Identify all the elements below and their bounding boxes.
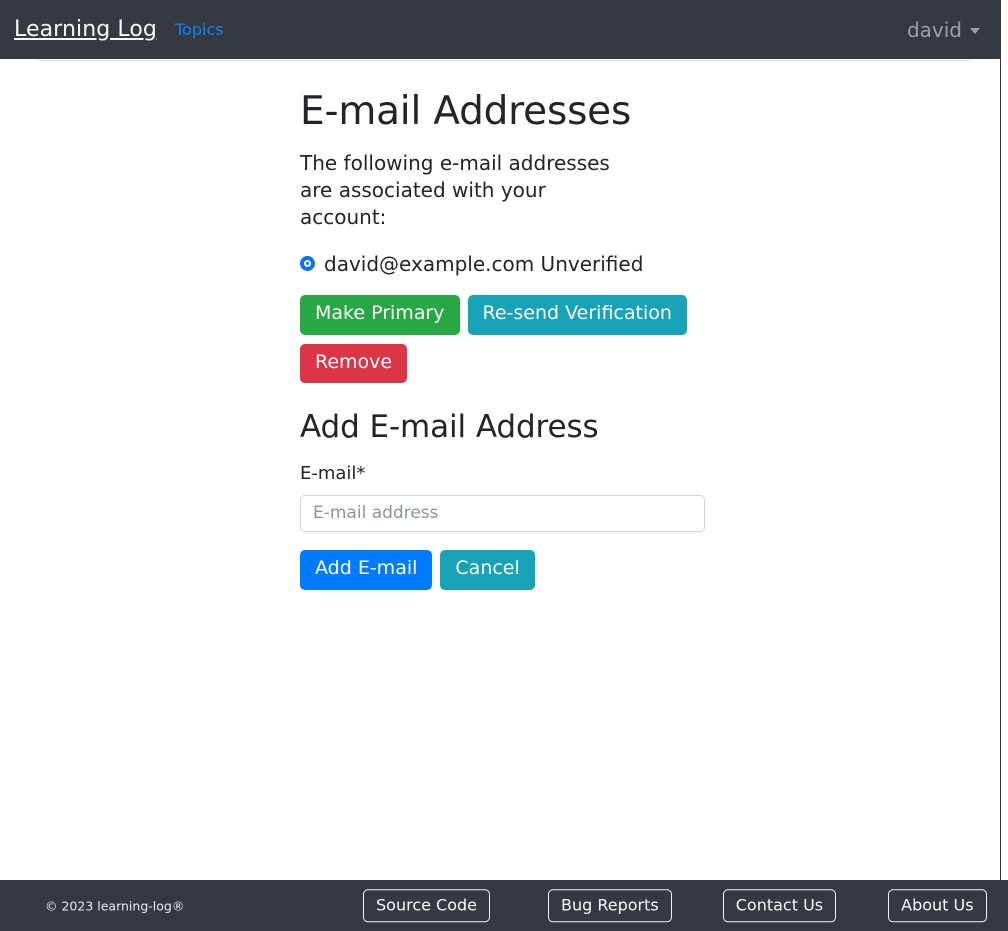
user-dropdown-toggle[interactable]: david bbox=[907, 18, 992, 42]
user-dropdown-label: david bbox=[906, 17, 962, 42]
resend-verification-button[interactable]: Re-send Verification bbox=[467, 294, 687, 335]
email-actions-row-remove: Remove bbox=[300, 343, 1000, 384]
make-primary-button[interactable]: Make Primary bbox=[300, 294, 460, 335]
email-address-label: david@example.com Unverified bbox=[324, 251, 644, 276]
navbar: Learning Log Topics david bbox=[0, 0, 1008, 59]
footer-copyright: © 2023 learning-log® bbox=[45, 898, 185, 913]
page-root: Learning Log Topics david E-mail Address… bbox=[0, 0, 1008, 931]
add-email-title: Add E-mail Address bbox=[300, 409, 599, 446]
radio-checked-icon[interactable] bbox=[300, 256, 315, 272]
footer: © 2023 learning-log® Source Code Bug Rep… bbox=[0, 880, 1008, 931]
email-field-label: E-mail* bbox=[300, 462, 366, 484]
footer-button-bug-reports[interactable]: Bug Reports bbox=[548, 888, 672, 923]
remove-button[interactable]: Remove bbox=[300, 343, 408, 384]
navbar-brand[interactable]: Learning Log bbox=[14, 18, 157, 41]
cancel-button[interactable]: Cancel bbox=[440, 549, 535, 590]
main-content: E-mail Addresses The following e-mail ad… bbox=[0, 59, 1000, 590]
page-title: E-mail Addresses bbox=[300, 89, 632, 134]
add-email-button[interactable]: Add E-mail bbox=[300, 549, 433, 590]
email-input[interactable] bbox=[300, 494, 705, 532]
email-actions-row-primary: Make Primary Re-send Verification bbox=[300, 294, 1000, 335]
nav-link-topics[interactable]: Topics bbox=[175, 20, 224, 39]
footer-button-about-us[interactable]: About Us bbox=[888, 888, 987, 923]
chevron-down-icon bbox=[970, 28, 980, 34]
email-address-row[interactable]: david@example.com Unverified bbox=[300, 252, 1000, 276]
footer-button-group: Source Code Bug Reports Contact Us About… bbox=[363, 888, 987, 923]
viewport-right-gap bbox=[1001, 0, 1008, 931]
add-email-actions-row: Add E-mail Cancel bbox=[300, 549, 1000, 590]
page-intro-text: The following e-mail addresses are assoc… bbox=[300, 150, 610, 229]
navbar-links: Topics bbox=[175, 20, 224, 39]
footer-button-contact-us[interactable]: Contact Us bbox=[722, 888, 837, 923]
footer-button-source-code[interactable]: Source Code bbox=[363, 888, 490, 923]
